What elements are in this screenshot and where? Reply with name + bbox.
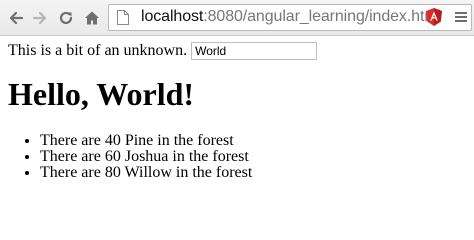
back-button[interactable] xyxy=(6,8,26,28)
forward-button[interactable] xyxy=(30,8,50,28)
intro-text: This is a bit of an unknown. xyxy=(8,42,188,59)
browser-toolbar: localhost:8080/angular_learning/index.ht… xyxy=(0,0,474,36)
url-text[interactable]: localhost:8080/angular_learning/index.ht… xyxy=(141,8,441,26)
page-icon xyxy=(117,10,129,25)
list-item: There are 40 Pine in the forest xyxy=(40,133,252,149)
url-path: :8080/angular_learning/index.html xyxy=(203,8,442,25)
forward-arrow-icon xyxy=(32,11,47,25)
reload-button[interactable] xyxy=(56,8,76,28)
reload-icon xyxy=(59,11,73,25)
intro-line: This is a bit of an unknown. xyxy=(8,42,318,60)
list-item: There are 80 Willow in the forest xyxy=(40,165,252,181)
greeting-heading: Hello, World! xyxy=(8,76,195,112)
address-bar[interactable]: localhost:8080/angular_learning/index.ht… xyxy=(108,4,472,31)
url-host: localhost xyxy=(141,8,204,25)
menu-icon[interactable] xyxy=(454,10,468,24)
angular-shield-icon[interactable] xyxy=(424,7,444,27)
page-content: This is a bit of an unknown. Hello, Worl… xyxy=(0,36,474,206)
home-icon xyxy=(85,11,99,25)
back-arrow-icon xyxy=(9,11,24,25)
tree-list: There are 40 Pine in the forest There ar… xyxy=(0,133,252,181)
name-input[interactable] xyxy=(191,42,318,60)
list-item: There are 60 Joshua in the forest xyxy=(40,149,252,165)
home-button[interactable] xyxy=(82,8,102,28)
